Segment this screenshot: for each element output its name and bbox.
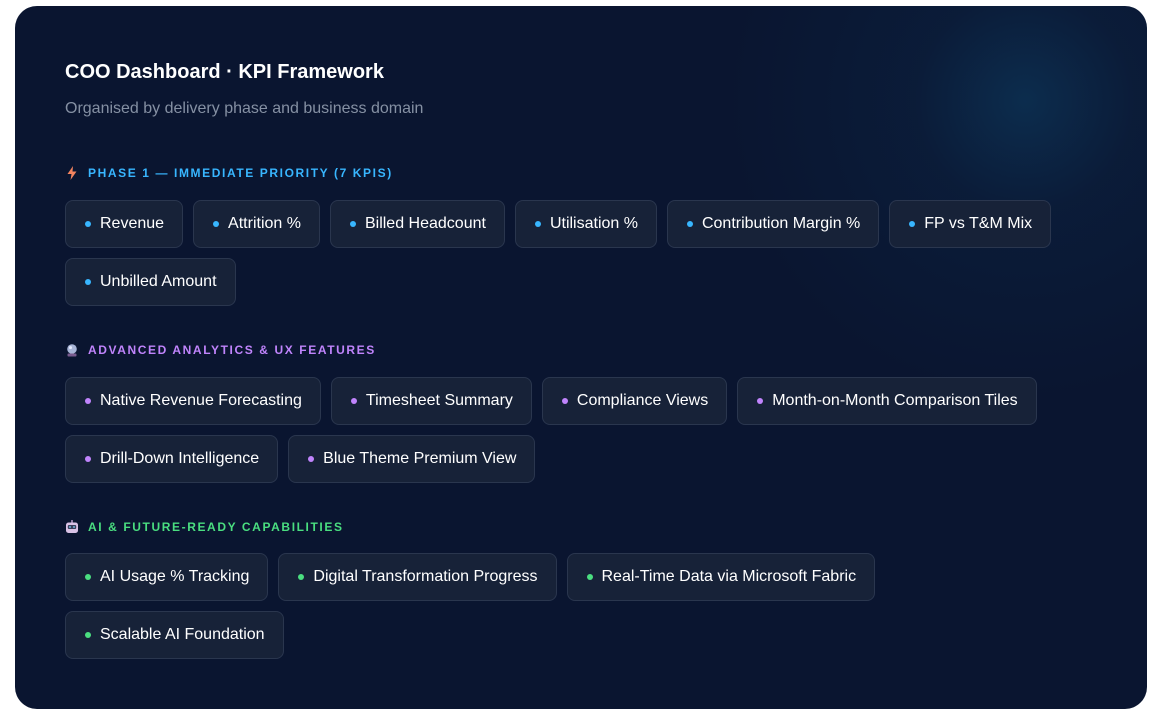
kpi-chip[interactable]: Month-on-Month Comparison Tiles xyxy=(737,377,1037,425)
kpi-chip-label: Utilisation % xyxy=(549,215,638,232)
kpi-chip-label: Blue Theme Premium View xyxy=(323,450,517,467)
kpi-chip-label: Revenue xyxy=(100,215,165,232)
kpi-chip-label: Billed Headcount xyxy=(364,215,486,232)
page-title: COO Dashboard · KPI Framework xyxy=(65,61,384,83)
kpi-chip-label: Contribution Margin % xyxy=(701,215,861,232)
bullet-dot-icon xyxy=(586,574,593,580)
kpi-chip[interactable]: AI Usage % Tracking xyxy=(65,553,269,601)
section-header-phase-1: PHASE 1 — IMMEDIATE PRIORITY (7 KPIS) xyxy=(65,166,393,180)
kpi-chip[interactable]: Native Revenue Forecasting xyxy=(65,377,321,425)
kpi-chip[interactable]: Billed Headcount xyxy=(329,200,505,248)
section-title-ai-capabilities: AI & FUTURE-READY CAPABILITIES xyxy=(88,520,344,534)
bullet-dot-icon xyxy=(85,398,91,404)
bullet-dot-icon xyxy=(349,221,356,227)
page-subtitle: Organised by delivery phase and business… xyxy=(65,100,424,117)
kpi-chip[interactable]: Utilisation % xyxy=(514,200,657,248)
bullet-dot-icon xyxy=(534,221,541,227)
kpi-chip[interactable]: Digital Transformation Progress xyxy=(278,553,557,601)
kpi-chip[interactable]: Attrition % xyxy=(193,200,320,248)
kpi-chip[interactable]: Timesheet Summary xyxy=(330,377,532,425)
bullet-dot-icon xyxy=(561,398,568,404)
kpi-chip-label: Real-Time Data via Microsoft Fabric xyxy=(601,568,857,585)
bullet-dot-icon xyxy=(757,398,764,404)
kpi-chip-label: Drill-Down Intelligence xyxy=(100,450,260,467)
robot-icon xyxy=(65,520,79,534)
kpi-chip[interactable]: Revenue xyxy=(65,200,184,248)
chip-list-ai-capabilities: AI Usage % Tracking Digital Transformatio… xyxy=(65,553,1075,659)
bullet-dot-icon xyxy=(909,221,916,227)
kpi-chip[interactable]: Scalable AI Foundation xyxy=(65,611,284,659)
bullet-dot-icon xyxy=(213,221,220,227)
kpi-chip-label: Month-on-Month Comparison Tiles xyxy=(772,392,1018,409)
bullet-dot-icon xyxy=(85,456,91,462)
kpi-chip-label: Compliance Views xyxy=(576,392,709,409)
section-title-advanced-analytics: ADVANCED ANALYTICS & UX FEATURES xyxy=(88,343,376,357)
kpi-chip[interactable]: Contribution Margin % xyxy=(666,200,880,248)
bullet-dot-icon xyxy=(298,574,305,580)
kpi-chip[interactable]: Real-Time Data via Microsoft Fabric xyxy=(566,553,876,601)
lightning-icon xyxy=(65,166,79,180)
kpi-chip-label: Digital Transformation Progress xyxy=(313,568,538,585)
kpi-chip-label: FP vs T&M Mix xyxy=(924,215,1033,232)
kpi-chip-label: Unbilled Amount xyxy=(100,273,217,290)
kpi-chip[interactable]: Unbilled Amount xyxy=(65,258,236,306)
chip-list-advanced-analytics: Native Revenue Forecasting Timesheet Summ… xyxy=(65,377,1075,483)
bullet-dot-icon xyxy=(85,574,91,580)
section-header-ai-capabilities: AI & FUTURE-READY CAPABILITIES xyxy=(65,520,344,534)
kpi-chip[interactable]: Blue Theme Premium View xyxy=(288,435,536,483)
chip-list-phase-1: Revenue Attrition % Billed Headcount Utilis… xyxy=(65,200,1075,306)
kpi-chip[interactable]: Compliance Views xyxy=(541,377,728,425)
kpi-chip-label: AI Usage % Tracking xyxy=(100,568,250,585)
section-header-advanced-analytics: ADVANCED ANALYTICS & UX FEATURES xyxy=(65,343,376,357)
bullet-dot-icon xyxy=(686,221,693,227)
kpi-chip-label: Native Revenue Forecasting xyxy=(100,392,302,409)
bullet-dot-icon xyxy=(85,279,91,285)
section-title-phase-1: PHASE 1 — IMMEDIATE PRIORITY (7 KPIS) xyxy=(88,166,393,180)
kpi-chip[interactable]: Drill-Down Intelligence xyxy=(65,435,279,483)
bullet-dot-icon xyxy=(85,632,91,638)
bullet-dot-icon xyxy=(308,456,315,462)
crystal-ball-icon xyxy=(65,343,79,357)
bullet-dot-icon xyxy=(350,398,357,404)
kpi-chip-label: Attrition % xyxy=(228,215,301,232)
kpi-chip-label: Timesheet Summary xyxy=(365,392,513,409)
kpi-chip-label: Scalable AI Foundation xyxy=(100,626,265,643)
kpi-framework-card: COO Dashboard · KPI Framework Organised … xyxy=(15,6,1147,709)
kpi-chip[interactable]: FP vs T&M Mix xyxy=(889,200,1052,248)
bullet-dot-icon xyxy=(85,221,91,227)
